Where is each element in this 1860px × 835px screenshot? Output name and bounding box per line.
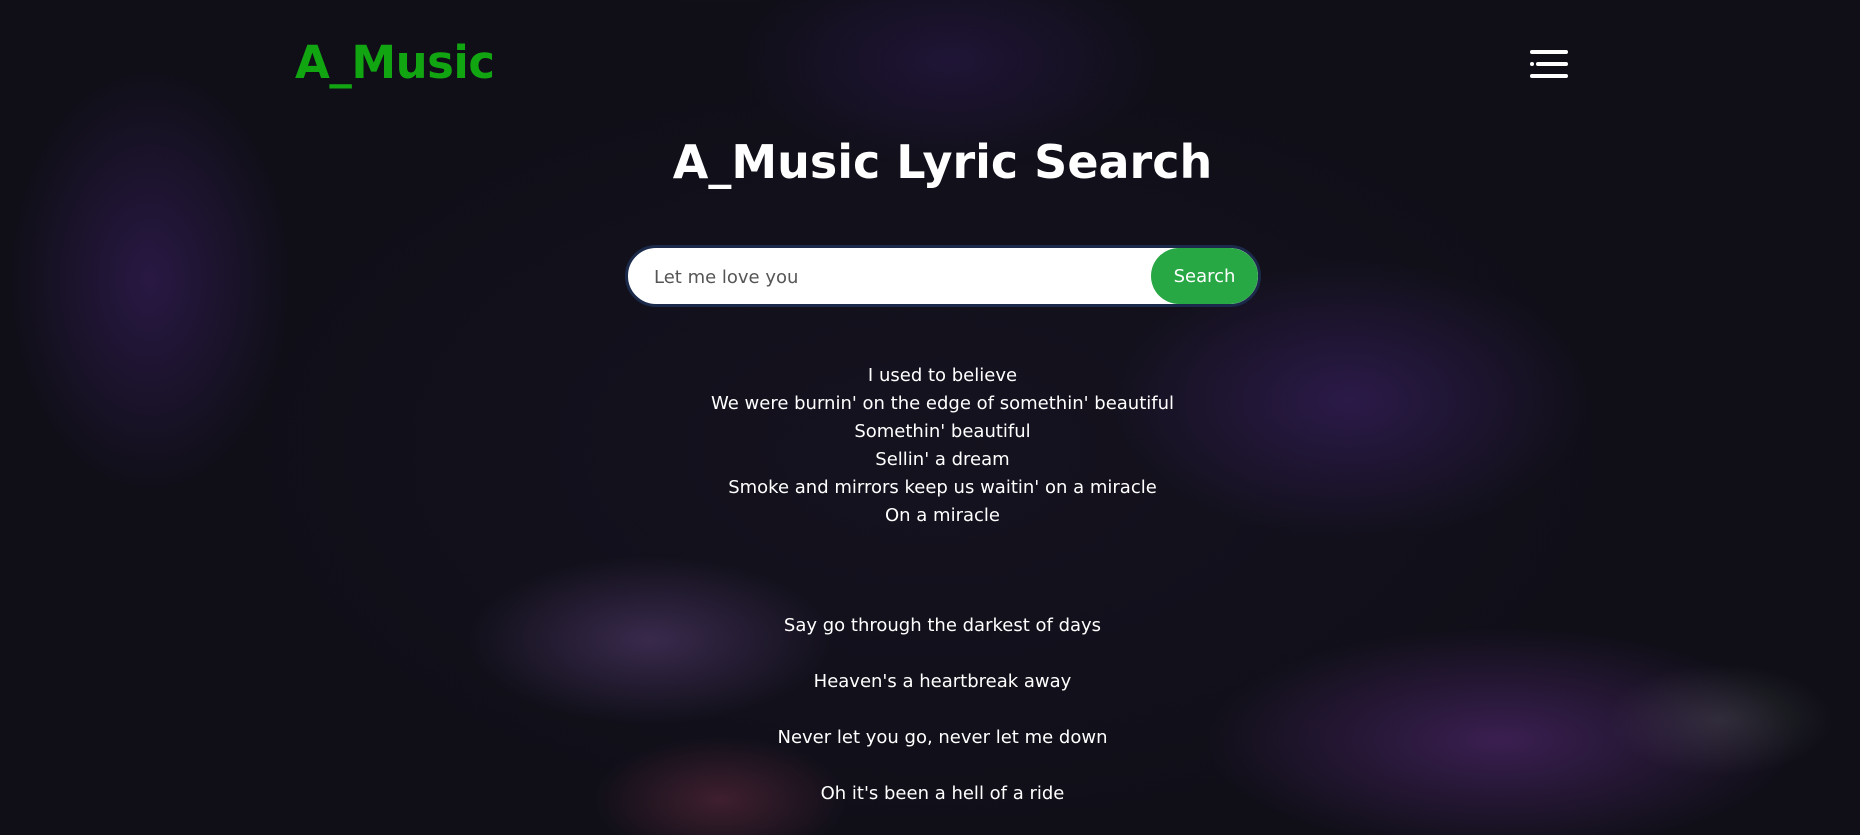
menu-bar-top: [1530, 50, 1568, 54]
hamburger-menu-icon[interactable]: [1530, 50, 1570, 80]
menu-bar-dot: [1530, 62, 1534, 66]
lyric-line: We were burnin' on the edge of somethin'…: [710, 393, 1175, 414]
lyric-line: Oh it's been a hell of a ride: [820, 783, 1065, 804]
lyric-line: Never let you go, never let me down: [777, 727, 1108, 748]
lyric-line: Sellin' a dream: [875, 449, 1010, 470]
lyric-line: Say go through the darkest of days: [783, 615, 1102, 636]
search-input[interactable]: [652, 248, 1176, 304]
lyric-line: On a miracle: [885, 505, 1000, 526]
lyric-line: I used to believe: [867, 365, 1018, 386]
page-title: A_Music Lyric Search: [672, 135, 1213, 189]
site-logo[interactable]: A_Music: [295, 36, 495, 89]
search-button[interactable]: Search: [1151, 248, 1258, 304]
menu-bar-bottom: [1530, 74, 1568, 78]
menu-bar-middle: [1536, 62, 1568, 66]
lyric-line: Somethin' beautiful: [854, 421, 1031, 442]
lyric-line: Heaven's a heartbreak away: [813, 671, 1072, 692]
lyrics-verse: I used to believe We were burnin' on the…: [0, 362, 1860, 530]
site-header: A_Music: [0, 0, 1860, 130]
lyric-line: Smoke and mirrors keep us waitin' on a m…: [728, 477, 1157, 498]
search-form: Search: [625, 245, 1261, 307]
